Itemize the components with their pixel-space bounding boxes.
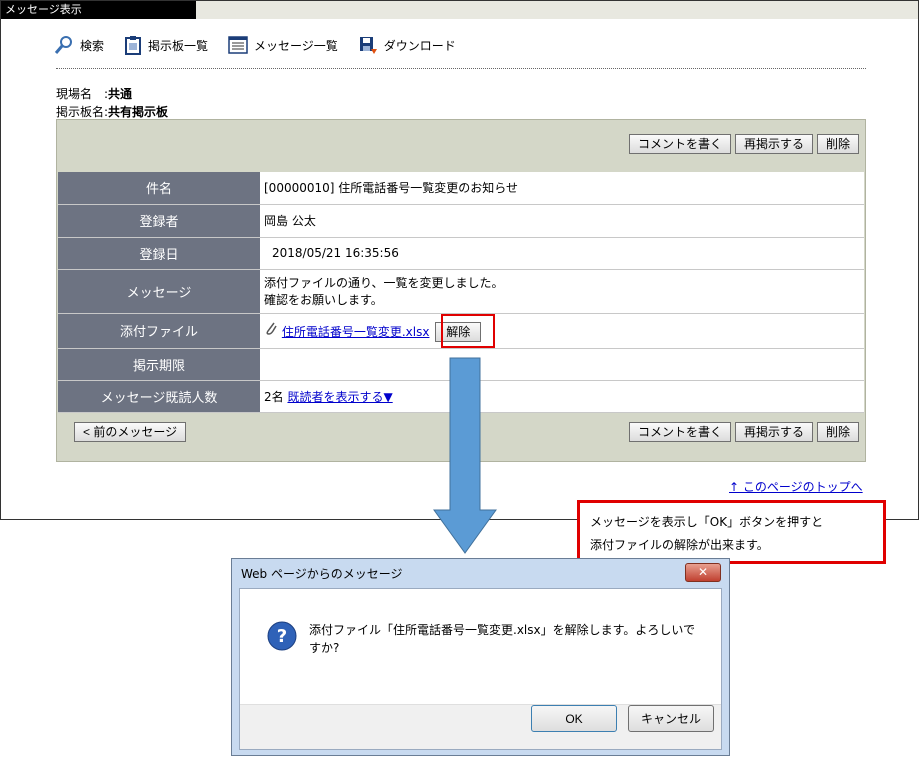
toolbar: 検索 掲示板一覧 メッセージ一覧 ダウンロード — [54, 34, 476, 56]
message-list-label: メッセージ一覧 — [254, 38, 338, 53]
delete-button[interactable]: 削除 — [816, 134, 859, 154]
close-icon[interactable]: ✕ — [685, 563, 721, 582]
table-row: 件名 [00000010] 住所電話番号一覧変更のお知らせ — [58, 172, 864, 205]
magnifier-icon — [54, 36, 72, 54]
site-value: 共通 — [108, 87, 133, 101]
confirm-dialog: Web ページからのメッセージ ✕ ? 添付ファイル「住所電話番号一覧変更.xl… — [231, 558, 730, 756]
message-list-tool[interactable]: メッセージ一覧 — [228, 35, 338, 55]
ok-button[interactable]: OK — [531, 705, 617, 732]
attachment-value: 住所電話番号一覧変更.xlsx 解除 — [260, 313, 864, 349]
down-arrow-icon — [433, 357, 497, 554]
table-row: 登録日 2018/05/21 16:35:56 — [58, 237, 864, 270]
search-tool[interactable]: 検索 — [54, 35, 104, 55]
date-value: 2018/05/21 16:35:56 — [260, 237, 864, 270]
bottom-nav-bar: < 前のメッセージ — [74, 422, 187, 442]
readers-count: 2名 — [264, 389, 284, 404]
board-list-label: 掲示板一覧 — [148, 38, 209, 53]
repost-button[interactable]: 再掲示する — [734, 134, 813, 154]
subject-label: 件名 — [58, 172, 260, 205]
toolbar-divider — [56, 68, 866, 69]
clipboard-icon — [125, 36, 142, 55]
svg-text:?: ? — [277, 626, 287, 647]
attachment-label: 添付ファイル — [58, 313, 260, 349]
site-label: 現場名 : — [56, 87, 109, 101]
board-info: 現場名 :共通 掲示板名:共有掲示板 — [56, 85, 168, 121]
paperclip-icon — [264, 322, 282, 339]
period-value — [260, 348, 864, 381]
window-title: メッセージ表示 — [1, 1, 196, 19]
message-label: メッセージ — [58, 269, 260, 314]
titlebar-fill — [196, 1, 918, 19]
dialog-title: Web ページからのメッセージ — [241, 567, 403, 581]
period-label: 掲示期限 — [58, 348, 260, 381]
attachment-file-link[interactable]: 住所電話番号一覧変更.xlsx — [282, 325, 430, 339]
cancel-button[interactable]: キャンセル — [628, 705, 714, 732]
message-line-2: 確認をお願いします。 — [264, 293, 383, 307]
previous-message-button[interactable]: < 前のメッセージ — [74, 422, 187, 442]
board-label: 掲示板名: — [56, 105, 109, 119]
repost-button[interactable]: 再掲示する — [734, 422, 813, 442]
date-label: 登録日 — [58, 237, 260, 270]
dialog-message: 添付ファイル「住所電話番号一覧変更.xlsx」を解除します。よろしいですか? — [309, 623, 696, 655]
dialog-body: ? 添付ファイル「住所電話番号一覧変更.xlsx」を解除します。よろしいですか?… — [239, 588, 722, 750]
question-icon: ? — [267, 621, 297, 651]
download-tool[interactable]: ダウンロード — [358, 35, 456, 55]
page-top-link[interactable]: ↑ このページのトップへ — [729, 478, 863, 495]
message-value: 添付ファイルの通り、一覧を変更しました。 確認をお願いします。 — [260, 269, 864, 314]
table-row: 登録者 岡島 公太 — [58, 204, 864, 238]
callout-line-1: メッセージを表示し「OK」ボタンを押すと — [590, 515, 824, 529]
readers-label: メッセージ既読人数 — [58, 380, 260, 413]
subject-value: [00000010] 住所電話番号一覧変更のお知らせ — [260, 172, 864, 205]
top-action-bar: コメントを書く 再掲示する 削除 — [628, 134, 859, 154]
floppy-download-icon — [359, 37, 377, 54]
message-line-1: 添付ファイルの通り、一覧を変更しました。 — [264, 276, 504, 290]
write-comment-button[interactable]: コメントを書く — [628, 134, 731, 154]
instruction-callout: メッセージを表示し「OK」ボタンを押すと 添付ファイルの解除が出来ます。 — [577, 500, 886, 564]
delete-button[interactable]: 削除 — [816, 422, 859, 442]
show-readers-link[interactable]: 既読者を表示する▼ — [287, 390, 392, 404]
table-row: メッセージ 添付ファイルの通り、一覧を変更しました。 確認をお願いします。 — [58, 269, 864, 314]
registrant-value: 岡島 公太 — [260, 204, 864, 238]
readers-value: 2名 既読者を表示する▼ — [260, 380, 864, 413]
download-label: ダウンロード — [383, 38, 456, 53]
callout-line-2: 添付ファイルの解除が出来ます。 — [590, 538, 769, 552]
list-icon — [228, 36, 248, 54]
write-comment-button[interactable]: コメントを書く — [628, 422, 731, 442]
search-label: 検索 — [80, 38, 105, 53]
board-list-tool[interactable]: 掲示板一覧 — [124, 35, 208, 55]
remove-button-highlight — [441, 314, 495, 348]
bottom-action-bar: コメントを書く 再掲示する 削除 — [628, 422, 859, 442]
registrant-label: 登録者 — [58, 204, 260, 238]
board-value: 共有掲示板 — [108, 105, 169, 119]
